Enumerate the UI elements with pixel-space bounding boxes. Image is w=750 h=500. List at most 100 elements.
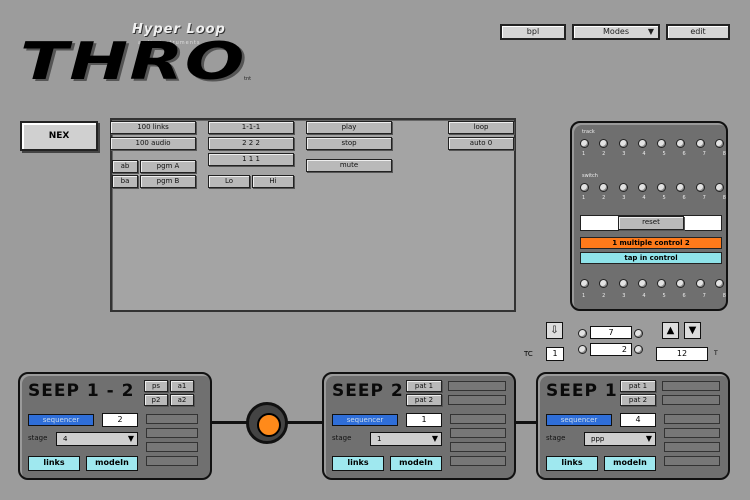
row1-knobs (580, 139, 724, 148)
knob[interactable] (657, 279, 667, 288)
stage-select[interactable]: 4 ▼ (56, 432, 138, 446)
tempo-value[interactable]: 12 (656, 347, 708, 361)
knob[interactable] (676, 279, 686, 288)
num: 4 (642, 293, 646, 299)
knob[interactable] (637, 139, 647, 148)
link-knob-icon[interactable] (246, 402, 288, 444)
knob[interactable] (599, 279, 609, 288)
knob[interactable] (580, 279, 589, 288)
stage-select[interactable]: ppp ▼ (584, 432, 656, 446)
step-module-2: SEEP 2 pat 1 pat 2 sequencer 1 stage 1 ▼ … (322, 372, 516, 480)
knob[interactable] (695, 183, 705, 192)
step-led-row (146, 442, 198, 452)
knob[interactable] (657, 139, 667, 148)
knob[interactable] (714, 279, 724, 288)
step-value-input[interactable]: 2 (102, 413, 138, 427)
pattern-button[interactable]: pat 1 (620, 380, 656, 392)
knob[interactable] (599, 183, 609, 192)
row2-label: switch (582, 173, 598, 179)
knob[interactable] (599, 139, 609, 148)
stop-button[interactable]: stop (306, 137, 392, 150)
panel-btn-c2-2[interactable]: 1 1 1 (208, 153, 294, 166)
num: 5 (662, 151, 666, 157)
sequencer-button[interactable]: sequencer (546, 414, 612, 426)
step-led-row (450, 414, 506, 424)
stage-select[interactable]: 1 ▼ (370, 432, 442, 446)
step-value-input[interactable]: 4 (620, 413, 656, 427)
tag-button[interactable]: p2 (144, 394, 168, 406)
mute-button[interactable]: mute (306, 159, 392, 172)
step-module-1: SEEP 1 - 2 ps a1 p2 a2 sequencer 2 stage… (18, 372, 212, 480)
tag-button[interactable]: a1 (170, 380, 194, 392)
play-button[interactable]: play (306, 121, 392, 134)
edit-button[interactable]: edit (666, 24, 730, 40)
knob[interactable] (578, 329, 587, 338)
auto-button[interactable]: auto 0 (448, 137, 514, 150)
nex-button[interactable]: NEX (20, 121, 98, 151)
panel-btn-hi[interactable]: Hi (252, 175, 294, 188)
knob[interactable] (618, 279, 628, 288)
multiple-control-bar[interactable]: 1 multiple control 2 (580, 237, 722, 249)
knob[interactable] (657, 183, 667, 192)
modein-button[interactable]: modeIn (86, 456, 138, 471)
knob[interactable] (714, 139, 724, 148)
panel-btn-grid-0[interactable]: ab (112, 160, 138, 173)
reset-button[interactable]: reset (618, 216, 684, 230)
top-button-1[interactable]: bpl (500, 24, 566, 40)
tc-down-icon[interactable]: ⇩ (546, 322, 563, 339)
modein-button[interactable]: modeIn (390, 456, 442, 471)
sequencer-button[interactable]: sequencer (332, 414, 398, 426)
panel-btn-c1-1[interactable]: 100 audio (110, 137, 196, 150)
knob[interactable] (634, 329, 643, 338)
num: 6 (682, 195, 686, 201)
panel-btn-c2-1[interactable]: 2 2 2 (208, 137, 294, 150)
num: 2 (602, 293, 606, 299)
knob[interactable] (637, 183, 647, 192)
step-led-row (448, 381, 506, 391)
links-button[interactable]: links (332, 456, 384, 471)
knob[interactable] (618, 183, 628, 192)
panel-btn-grid-3[interactable]: pgm B (140, 175, 196, 188)
pattern-button[interactable]: pat 1 (406, 380, 442, 392)
knob[interactable] (618, 139, 628, 148)
knob[interactable] (695, 139, 705, 148)
connector-wire (514, 421, 538, 424)
arrow-up-icon[interactable]: ▲ (662, 322, 679, 339)
modes-dropdown[interactable]: Modes ▼ (572, 24, 660, 40)
num: 4 (642, 195, 646, 201)
tc-value[interactable]: 1 (546, 347, 564, 361)
knob[interactable] (676, 183, 686, 192)
num: 3 (622, 151, 626, 157)
num: 4 (642, 151, 646, 157)
tag-button[interactable]: a2 (170, 394, 194, 406)
pattern-button[interactable]: pat 2 (406, 394, 442, 406)
knob[interactable] (676, 139, 686, 148)
pattern-button[interactable]: pat 2 (620, 394, 656, 406)
tag-button[interactable]: ps (144, 380, 168, 392)
sequencer-button[interactable]: sequencer (28, 414, 94, 426)
panel-btn-grid-1[interactable]: pgm A (140, 160, 196, 173)
mid-value-1[interactable]: 7 (590, 326, 632, 339)
step-led-row (664, 414, 720, 424)
arrow-down-icon[interactable]: ▼ (684, 322, 701, 339)
modein-button[interactable]: modeIn (604, 456, 656, 471)
knob[interactable] (578, 345, 587, 354)
panel-btn-grid-2[interactable]: ba (112, 175, 138, 188)
loop-button[interactable]: loop (448, 121, 514, 134)
knob[interactable] (637, 279, 647, 288)
panel-btn-lo[interactable]: Lo (208, 175, 250, 188)
step-led-row (146, 456, 198, 466)
knob[interactable] (634, 345, 643, 354)
links-button[interactable]: links (28, 456, 80, 471)
tap-in-control-bar[interactable]: tap in control (580, 252, 722, 264)
panel-btn-c1-0[interactable]: 100 links (110, 121, 196, 134)
knob[interactable] (580, 183, 589, 192)
links-button[interactable]: links (546, 456, 598, 471)
panel-btn-c2-0[interactable]: 1-1-1 (208, 121, 294, 134)
knob[interactable] (695, 279, 705, 288)
mid-value-2[interactable]: 2 (590, 343, 632, 356)
knob[interactable] (714, 183, 724, 192)
step-value-input[interactable]: 1 (406, 413, 442, 427)
knob[interactable] (580, 139, 589, 148)
step-led-row (146, 414, 198, 424)
